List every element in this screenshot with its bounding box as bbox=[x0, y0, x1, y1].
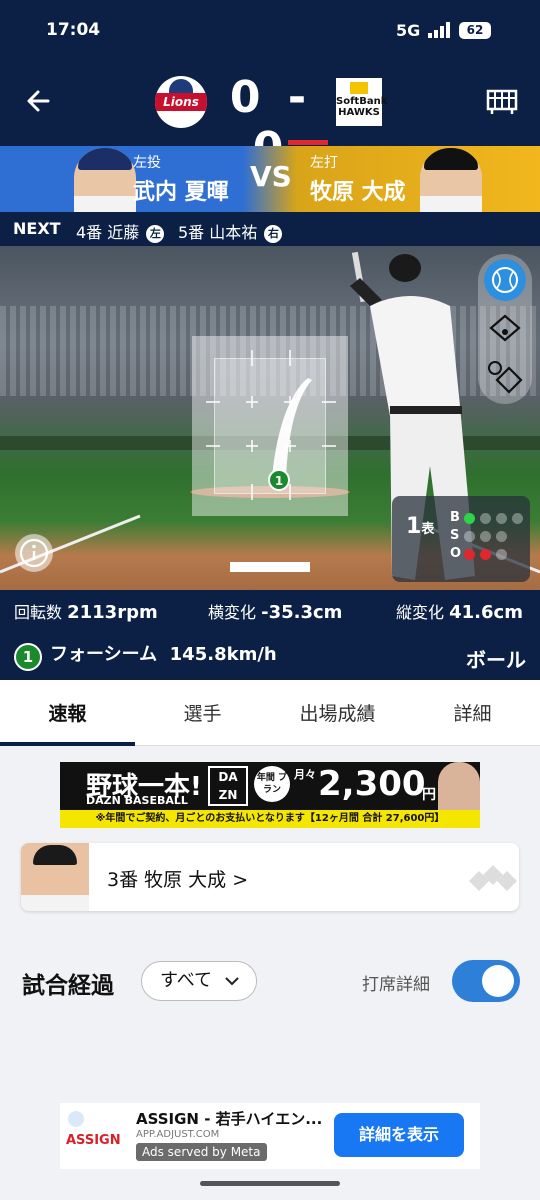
pitcher-hand-label: 左投 bbox=[133, 155, 161, 171]
ad-title: ASSIGN - 若手ハイエン... bbox=[136, 1110, 323, 1128]
ad-brand-logo: ASSIGN bbox=[66, 1109, 122, 1165]
banner-monthly: 月々 bbox=[294, 768, 316, 781]
player-photo bbox=[21, 843, 89, 911]
pitch-speed: 145.8km/h bbox=[169, 644, 277, 665]
batter-hand-label: 左打 bbox=[310, 155, 338, 171]
score-indicator bbox=[288, 140, 328, 145]
banner-yen: 円 bbox=[422, 787, 436, 803]
tab-stats[interactable]: 出場成績 bbox=[270, 680, 405, 746]
home-indicator[interactable] bbox=[200, 1181, 340, 1186]
banner-price: 2,300 bbox=[318, 764, 426, 804]
adchoices-icon bbox=[68, 1111, 84, 1127]
score-header: Lions 0 - 0 SoftBank HAWKS bbox=[0, 60, 540, 174]
dazn-logo: DA ZN bbox=[208, 766, 248, 806]
balls-label: B bbox=[450, 510, 460, 525]
vs-label: VS bbox=[250, 160, 292, 193]
dazn-banner-ad[interactable]: 野球一本! DAZN BASEBALL DA ZN 年間 プラン 月々 2,30… bbox=[60, 762, 480, 828]
status-bar: 17:04 5G 62 bbox=[0, 0, 540, 60]
pitch-field-view: 1 1表 B S O bbox=[0, 246, 540, 590]
lions-logo: Lions bbox=[155, 76, 207, 128]
plan-badge: 年間 プラン bbox=[254, 766, 290, 802]
pitch-marker-number: 1 bbox=[275, 474, 283, 488]
strike-dot bbox=[464, 531, 475, 542]
strike-dot bbox=[496, 531, 507, 542]
network-type: 5G bbox=[396, 21, 421, 40]
ball-dot bbox=[464, 513, 475, 524]
filter-value: すべて bbox=[160, 970, 213, 991]
next-batters-bar: NEXT 4番 近藤 左 5番 山本祐 右 bbox=[0, 212, 540, 246]
outs-label: O bbox=[450, 546, 462, 561]
native-ad[interactable]: ASSIGN ASSIGN - 若手ハイエン... APP.ADJUST.COM… bbox=[60, 1103, 480, 1169]
banner-sub: DAZN BASEBALL bbox=[86, 794, 188, 807]
baseball-icon[interactable] bbox=[481, 258, 529, 302]
vertical-break: 縦変化 41.6cm bbox=[396, 602, 523, 623]
back-arrow-icon[interactable] bbox=[24, 86, 54, 116]
ad-url: APP.ADJUST.COM bbox=[136, 1129, 220, 1140]
banner-note: ※年間でご契約、月ごとのお支払いとなります【12ヶ月間 合計 27,600円】 bbox=[60, 810, 480, 828]
pitch-number-badge: 1 bbox=[14, 643, 42, 671]
pitcher-photo bbox=[74, 148, 136, 212]
next-batter-1: 4番 近藤 左 bbox=[76, 219, 165, 243]
battery-icon: 62 bbox=[459, 22, 491, 39]
pitch-trajectory: 1 bbox=[268, 378, 312, 491]
status-time: 17:04 bbox=[46, 20, 101, 40]
chevron-down-icon bbox=[225, 977, 239, 986]
ad-cta-button[interactable]: 詳細を表示 bbox=[334, 1113, 464, 1157]
hand-badge: 左 bbox=[146, 225, 165, 243]
batter-photo bbox=[420, 148, 482, 212]
pitch-type: 1 フォーシーム 145.8km/h bbox=[14, 640, 277, 671]
out-dot bbox=[496, 549, 507, 560]
pitch-result: ボール bbox=[466, 648, 526, 672]
count-panel: 1表 B S O bbox=[392, 496, 530, 582]
ad-meta-label: Ads served by Meta bbox=[136, 1143, 267, 1161]
ball-dot bbox=[480, 513, 491, 524]
tab-players[interactable]: 選手 bbox=[135, 680, 270, 746]
filter-dropdown[interactable]: すべて bbox=[141, 961, 257, 1001]
current-batter-card[interactable]: 3番 牧原 大成 > bbox=[21, 843, 519, 911]
game-progress-header: 試合経過 すべて 打席詳細 bbox=[0, 930, 540, 1030]
out-dot bbox=[480, 549, 491, 560]
ball-dot bbox=[496, 513, 507, 524]
player-card-name: 3番 牧原 大成 > bbox=[107, 869, 249, 891]
signal-icon bbox=[428, 22, 454, 38]
batter-name: 牧原 大成 bbox=[310, 180, 406, 205]
spin-rate: 回転数 2113rpm bbox=[14, 602, 158, 623]
hawks-logo: SoftBank HAWKS bbox=[336, 78, 387, 126]
banner-person-image bbox=[438, 762, 480, 812]
diamond-icon[interactable] bbox=[481, 306, 529, 350]
tab-details[interactable]: 詳細 bbox=[405, 680, 540, 746]
ball-dot bbox=[512, 513, 523, 524]
hand-badge: 右 bbox=[264, 225, 283, 243]
section-title: 試合経過 bbox=[22, 973, 114, 999]
tab-bar: 速報 選手 出場成績 詳細 bbox=[0, 680, 540, 746]
strike-dot bbox=[480, 531, 491, 542]
matchup-bar[interactable]: 左投 武内 夏暉 VS 左打 牧原 大成 bbox=[0, 146, 540, 212]
out-dot bbox=[464, 549, 475, 560]
runner-diamond-icon[interactable] bbox=[481, 354, 529, 398]
scoreboard-icon[interactable] bbox=[486, 88, 518, 116]
inning-indicator: 1表 bbox=[406, 514, 435, 539]
at-bat-detail-toggle[interactable] bbox=[452, 960, 520, 1002]
next-batter-2: 5番 山本祐 右 bbox=[178, 219, 283, 243]
pitcher-name: 武内 夏暉 bbox=[133, 180, 229, 205]
tab-active-indicator bbox=[0, 742, 135, 746]
at-bat-detail-label: 打席詳細 bbox=[362, 975, 430, 995]
tab-live[interactable]: 速報 bbox=[0, 680, 135, 746]
horizontal-break: 横変化 -35.3cm bbox=[208, 602, 343, 623]
view-mode-panel bbox=[478, 254, 532, 404]
info-icon[interactable] bbox=[15, 534, 53, 572]
bases-icon bbox=[469, 865, 517, 891]
strikes-label: S bbox=[450, 528, 460, 543]
pitch-info-bar: 回転数 2113rpm 横変化 -35.3cm 縦変化 41.6cm 1 フォーシ… bbox=[0, 590, 540, 680]
next-label: NEXT bbox=[13, 219, 61, 238]
